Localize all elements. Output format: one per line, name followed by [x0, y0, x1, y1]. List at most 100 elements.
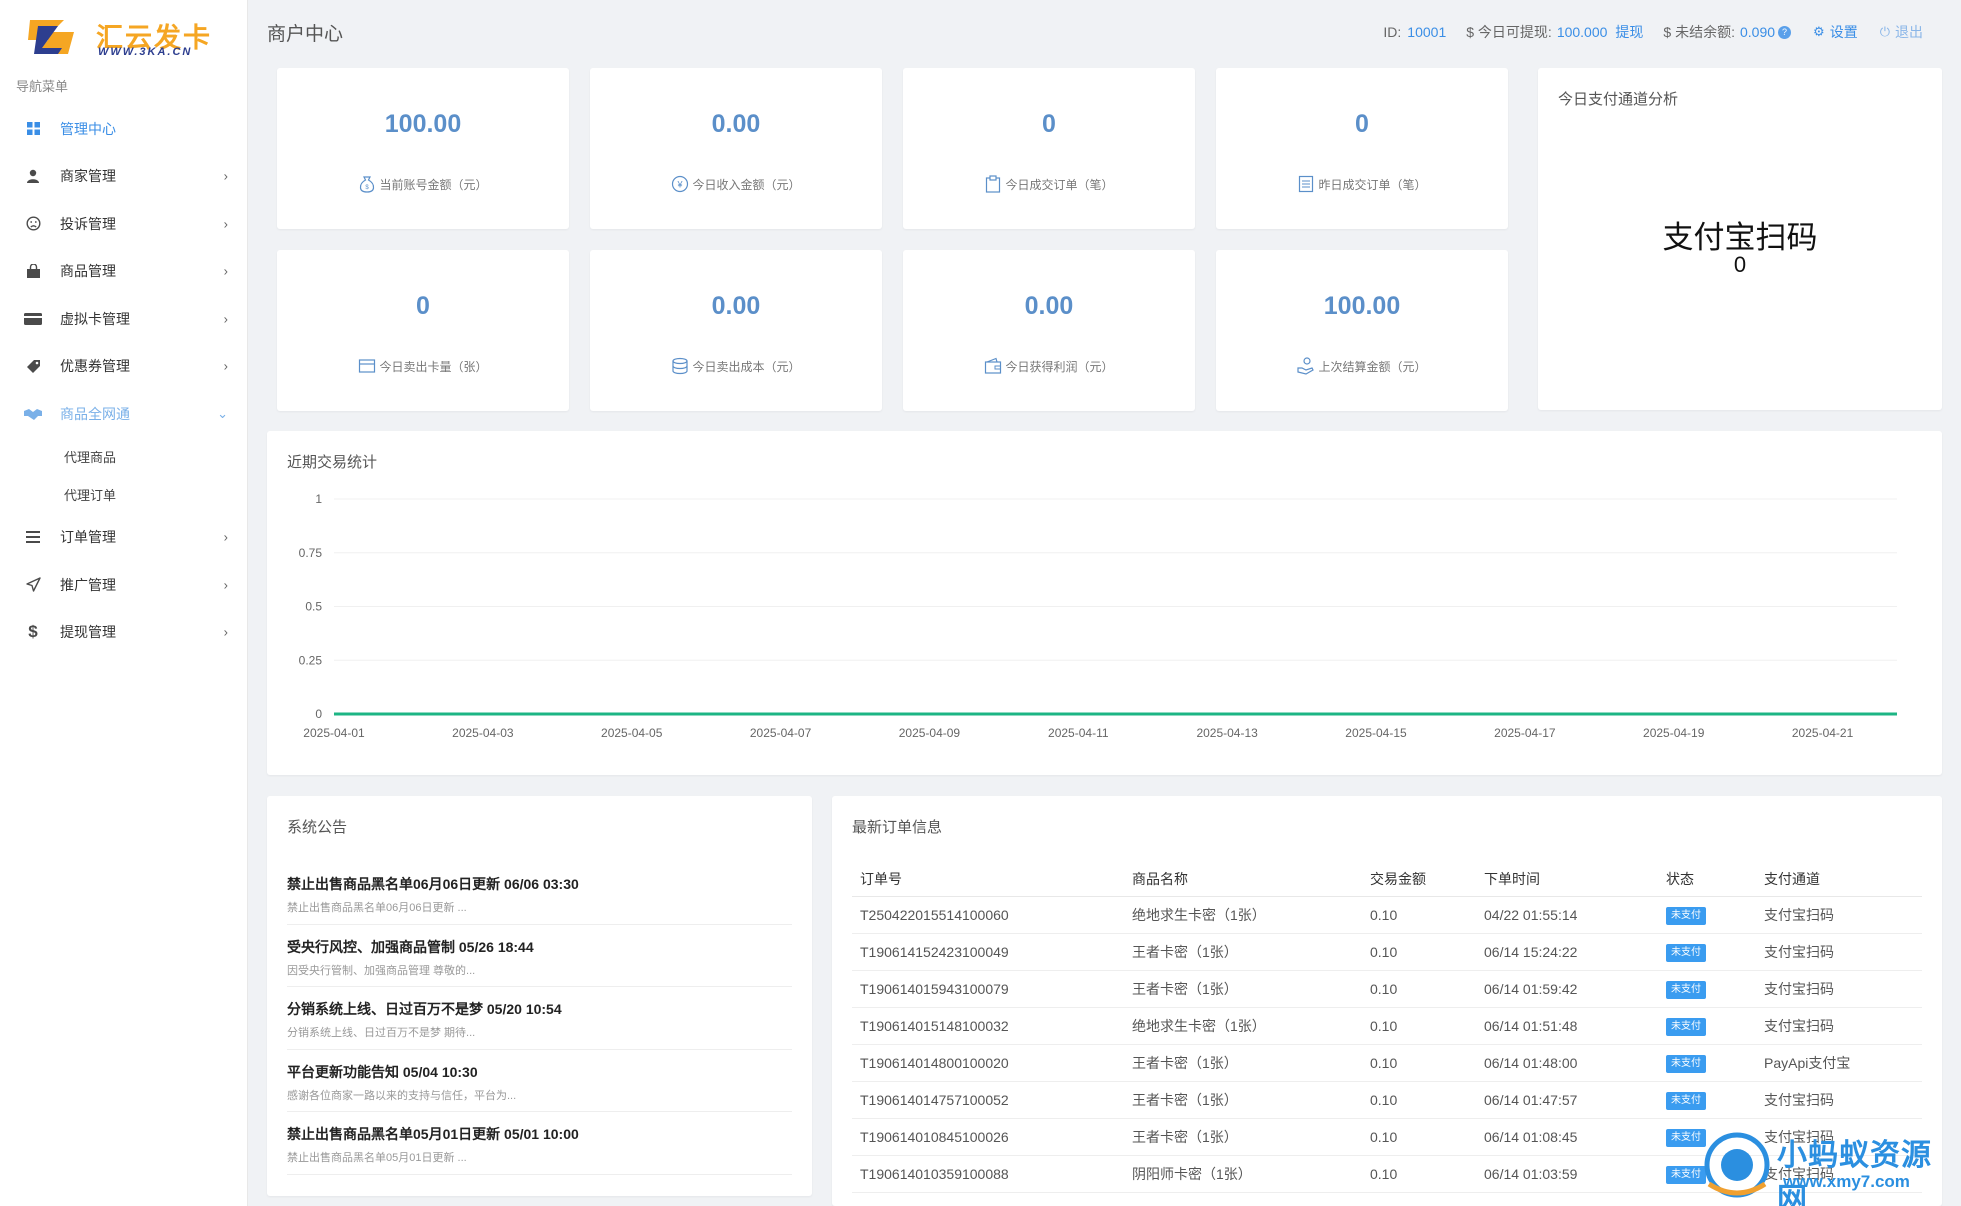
sidebar-item-network[interactable]: 商品全网通 ⌄: [0, 390, 248, 438]
merchant-id-label: ID:: [1383, 24, 1402, 40]
sidebar-item-label: 优惠券管理: [60, 358, 130, 375]
list-icon: [24, 528, 42, 546]
order-number: T190614010845100026: [852, 1118, 1124, 1156]
announcement-summary: 分销系统上线、日过百万不是梦 期待...: [287, 1027, 476, 1039]
table-row[interactable]: T250422015514100060 绝地求生卡密（1张） 0.10 04/22 0…: [852, 896, 1922, 934]
x-tick-label: 2025-04-01: [303, 726, 365, 740]
stat-label: 今日卖出卡量（张）: [379, 359, 488, 374]
stat-label-row: 今日卖出卡量（张）: [277, 357, 569, 375]
announcement-item[interactable]: 分销系统上线、日过百万不是梦 05/20 10:54 分销系统上线、日过百万不是…: [287, 987, 792, 1050]
x-tick-label: 2025-04-21: [1792, 726, 1854, 740]
y-tick-label: 0.25: [299, 653, 323, 667]
table-row[interactable]: T190614014800100020 王者卡密（1张） 0.10 06/14 01:…: [852, 1044, 1922, 1082]
stat-value: 0: [1042, 110, 1056, 138]
stat-label-row: 今日获得利润（元）: [903, 357, 1195, 375]
table-row[interactable]: T190614152423100049 王者卡密（1张） 0.10 06/14 15:…: [852, 933, 1922, 971]
chevron-right-icon: ›: [223, 263, 228, 279]
column-header-amount: 交易金额: [1362, 862, 1476, 897]
product-name: 王者卡密（1张）: [1124, 1044, 1362, 1082]
payment-channel: 支付宝扫码: [1756, 1081, 1922, 1119]
sidebar-subitem-agent-products[interactable]: 代理商品: [0, 438, 248, 476]
order-number: T190614152423100049: [852, 933, 1124, 971]
stat-label: 当前账号金额（元）: [379, 177, 488, 192]
wallet-icon: [985, 357, 1002, 374]
announcement-item[interactable]: 受央行风控、加强商品管制 05/26 18:44 因受央行管制、加强商品管理 尊…: [287, 925, 792, 987]
order-status-cell: 未支付: [1658, 1007, 1756, 1045]
x-tick-label: 2025-04-13: [1196, 726, 1258, 740]
table-row[interactable]: T190614014757100052 王者卡密（1张） 0.10 06/14 01:…: [852, 1081, 1922, 1119]
table-row[interactable]: T190614015943100079 王者卡密（1张） 0.10 06/14 01:…: [852, 970, 1922, 1008]
status-badge: 未支付: [1666, 1165, 1706, 1184]
sidebar-item-merchants[interactable]: 商家管理 ›: [0, 153, 248, 201]
paper-plane-icon: [24, 576, 42, 594]
handshake-icon: [24, 405, 42, 423]
announcement-title: 受央行风控、加强商品管制 05/26 18:44: [287, 938, 534, 955]
announcement-item[interactable]: 平台更新功能告知 05/04 10:30 感谢各位商家一路以来的支持与信任，平台…: [287, 1050, 792, 1112]
page-title: 商户中心: [267, 23, 344, 45]
sidebar-item-promotion[interactable]: 推广管理 ›: [0, 561, 248, 609]
order-status-cell: 未支付: [1658, 896, 1756, 934]
stat-label: 今日收入金额（元）: [692, 177, 801, 192]
stat-value: 0.00: [711, 292, 761, 320]
sidebar-subitem-agent-orders[interactable]: 代理订单: [0, 476, 248, 514]
logo-mark-icon: [28, 20, 74, 54]
coins-stack-icon: [672, 357, 689, 375]
stat-value: 100.00: [384, 110, 462, 138]
y-tick-label: 0.75: [299, 546, 323, 560]
payment-channel-name: 支付宝扫码: [1662, 220, 1818, 255]
product-name: 绝地求生卡密（1张）: [1124, 1007, 1362, 1045]
sidebar-item-label: 虚拟卡管理: [60, 310, 130, 327]
announcement-summary: 因受央行管制、加强商品管理 尊敬的...: [287, 964, 476, 977]
stat-label-row: $ 当前账号金额（元）: [277, 175, 569, 193]
sidebar-item-dashboard[interactable]: 管理中心: [0, 105, 248, 153]
status-badge: 未支付: [1666, 980, 1706, 999]
announcement-item[interactable]: 禁止出售商品黑名单05月01日更新 05/01 10:00 禁止出售商品黑名单0…: [287, 1112, 792, 1175]
sidebar-item-virtual-cards[interactable]: 虚拟卡管理 ›: [0, 295, 248, 343]
sidebar-item-orders[interactable]: 订单管理 ›: [0, 514, 248, 562]
stat-card-cards-sold: 0 今日卖出卡量（张）: [277, 250, 569, 411]
dollar-icon: $: [28, 622, 38, 642]
stat-card-today-orders: 0 今日成交订单（笔）: [903, 68, 1195, 229]
brand-logo[interactable]: 汇云发卡 WWW.3KA.CN: [28, 14, 218, 60]
table-header-row: 订单号 商品名称 交易金额 下单时间 状态 支付通道: [852, 862, 1922, 897]
y-tick-label: 0.5: [305, 600, 322, 614]
unsettled-value: 0.090: [1740, 24, 1776, 40]
help-icon[interactable]: ?: [1778, 25, 1792, 39]
order-time: 06/14 01:47:57: [1476, 1081, 1658, 1119]
y-tick-label: 1: [315, 492, 322, 506]
logout-button[interactable]: ⏻ 退出: [1880, 22, 1923, 42]
sidebar-item-coupons[interactable]: 优惠券管理 ›: [0, 343, 248, 391]
settings-button[interactable]: ⚙ 设置: [1813, 22, 1858, 42]
sidebar-item-withdrawals[interactable]: $ 提现管理 ›: [0, 609, 248, 657]
stat-label: 上次结算金额（元）: [1318, 359, 1427, 374]
sidebar-item-label: 商家管理: [60, 168, 116, 185]
announcement-title: 平台更新功能告知 05/04 10:30: [287, 1063, 478, 1080]
announcement-summary: 禁止出售商品黑名单06月06日更新 ...: [287, 902, 467, 914]
order-time: 06/14 01:03:59: [1476, 1155, 1658, 1193]
product-name: 王者卡密（1张）: [1124, 1118, 1362, 1156]
order-number: T190614014800100020: [852, 1044, 1124, 1082]
sidebar-item-complaints[interactable]: 投诉管理 ›: [0, 200, 248, 248]
order-amount: 0.10: [1362, 1155, 1476, 1193]
chevron-down-icon: ⌄: [217, 405, 228, 421]
nav-caption: 导航菜单: [16, 79, 69, 94]
x-tick-label: 2025-04-05: [601, 726, 663, 740]
table-row[interactable]: T190614010845100026 王者卡密（1张） 0.10 06/14 01:…: [852, 1118, 1922, 1156]
order-status-cell: 未支付: [1658, 1081, 1756, 1119]
status-badge: 未支付: [1666, 1091, 1706, 1110]
sidebar-item-label: 推广管理: [60, 576, 116, 593]
payment-channel: 支付宝扫码: [1756, 896, 1922, 934]
x-tick-label: 2025-04-09: [899, 726, 961, 740]
order-number: T250422015514100060: [852, 896, 1124, 934]
withdraw-link[interactable]: 提现: [1615, 22, 1643, 42]
table-row[interactable]: T190614010359100088 阴阳师卡密（1张） 0.10 06/14 01…: [852, 1155, 1922, 1193]
sidebar-item-products[interactable]: 商品管理 ›: [0, 248, 248, 296]
table-row[interactable]: T190614015148100032 绝地求生卡密（1张） 0.10 06/14 0…: [852, 1007, 1922, 1045]
product-name: 王者卡密（1张）: [1124, 970, 1362, 1008]
status-badge: 未支付: [1666, 943, 1706, 962]
announcement-item[interactable]: 禁止出售商品黑名单06月06日更新 06/06 03:30 禁止出售商品黑名单0…: [287, 862, 792, 925]
sidebar-item-label: 订单管理: [60, 529, 116, 546]
order-amount: 0.10: [1362, 1081, 1476, 1119]
stat-card-today-income: 0.00 ¥ 今日收入金额（元）: [590, 68, 882, 229]
brand-url: WWW.3KA.CN: [98, 46, 193, 58]
